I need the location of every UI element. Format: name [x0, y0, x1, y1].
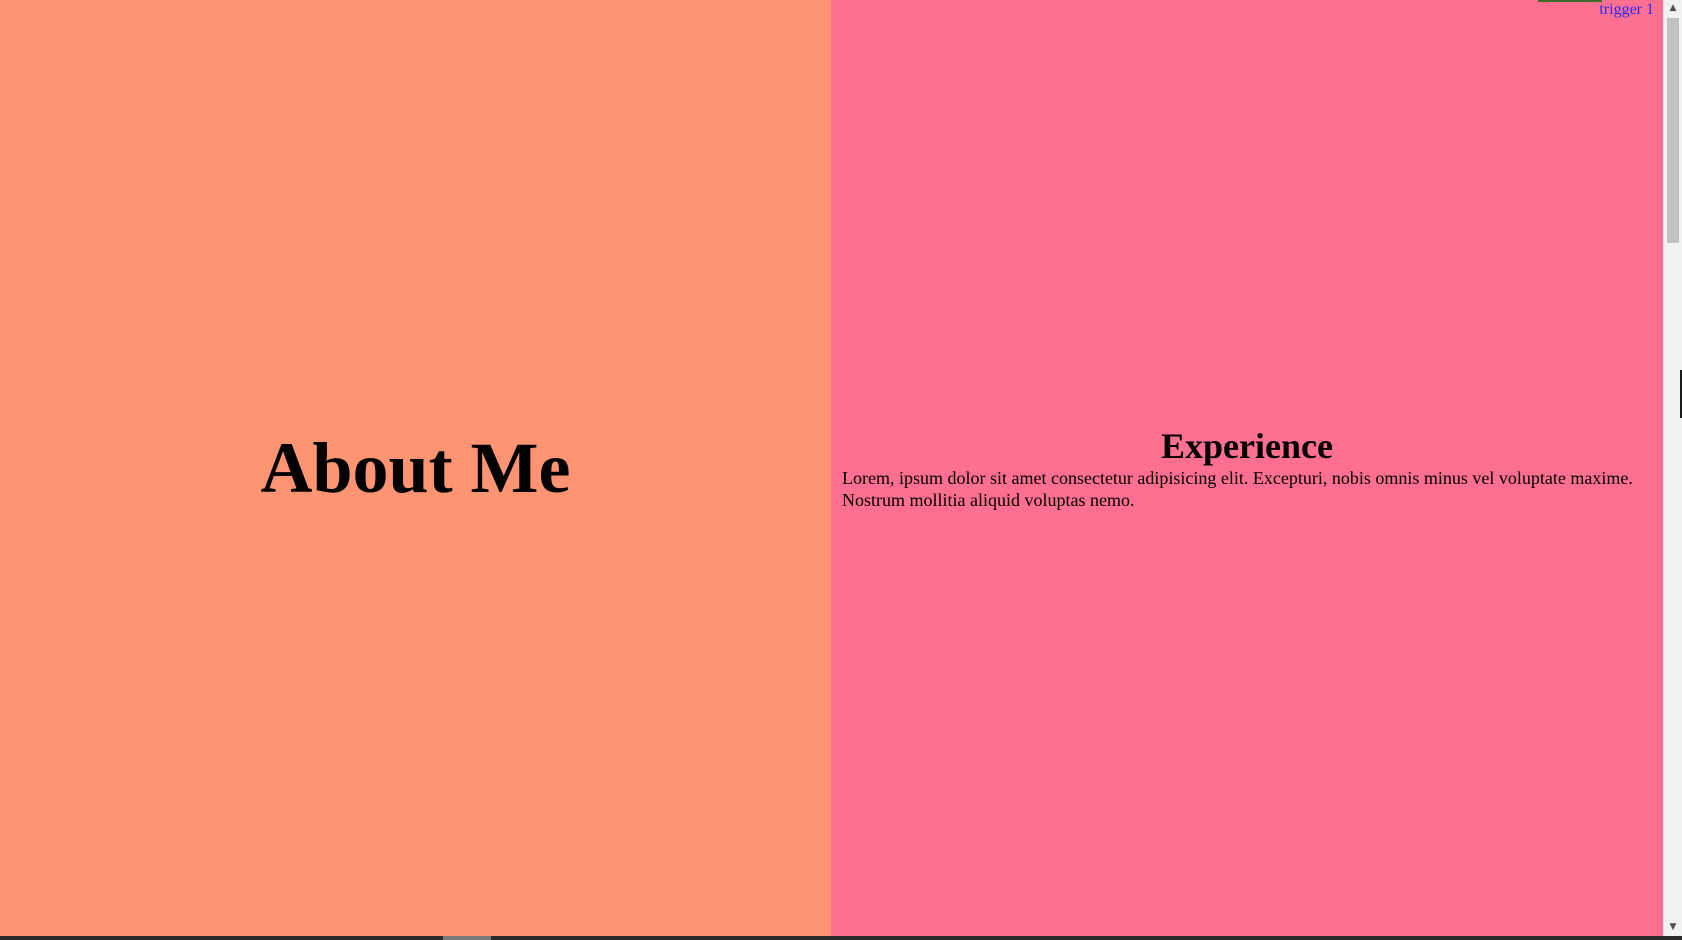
experience-heading: Experience — [1161, 426, 1333, 466]
scroll-trigger-marker — [1538, 0, 1602, 2]
scrollbar-thumb[interactable] — [1667, 18, 1679, 243]
about-me-heading: About Me — [260, 428, 571, 508]
horizontal-scrollbar[interactable] — [0, 936, 1682, 940]
experience-panel: Experience Lorem, ipsum dolor sit amet c… — [831, 0, 1663, 936]
page-viewport: About Me Experience Lorem, ipsum dolor s… — [0, 0, 1682, 940]
scroll-up-icon[interactable]: ▲ — [1664, 0, 1682, 17]
trigger-1-link[interactable]: trigger 1 — [1599, 0, 1654, 20]
experience-description: Lorem, ipsum dolor sit amet consectetur … — [842, 468, 1633, 510]
about-me-panel: About Me — [0, 0, 831, 936]
vertical-scrollbar[interactable]: ▲ ▼ — [1663, 0, 1682, 936]
scroll-down-icon[interactable]: ▼ — [1664, 919, 1682, 936]
horizontal-scrollbar-thumb[interactable] — [443, 936, 491, 940]
